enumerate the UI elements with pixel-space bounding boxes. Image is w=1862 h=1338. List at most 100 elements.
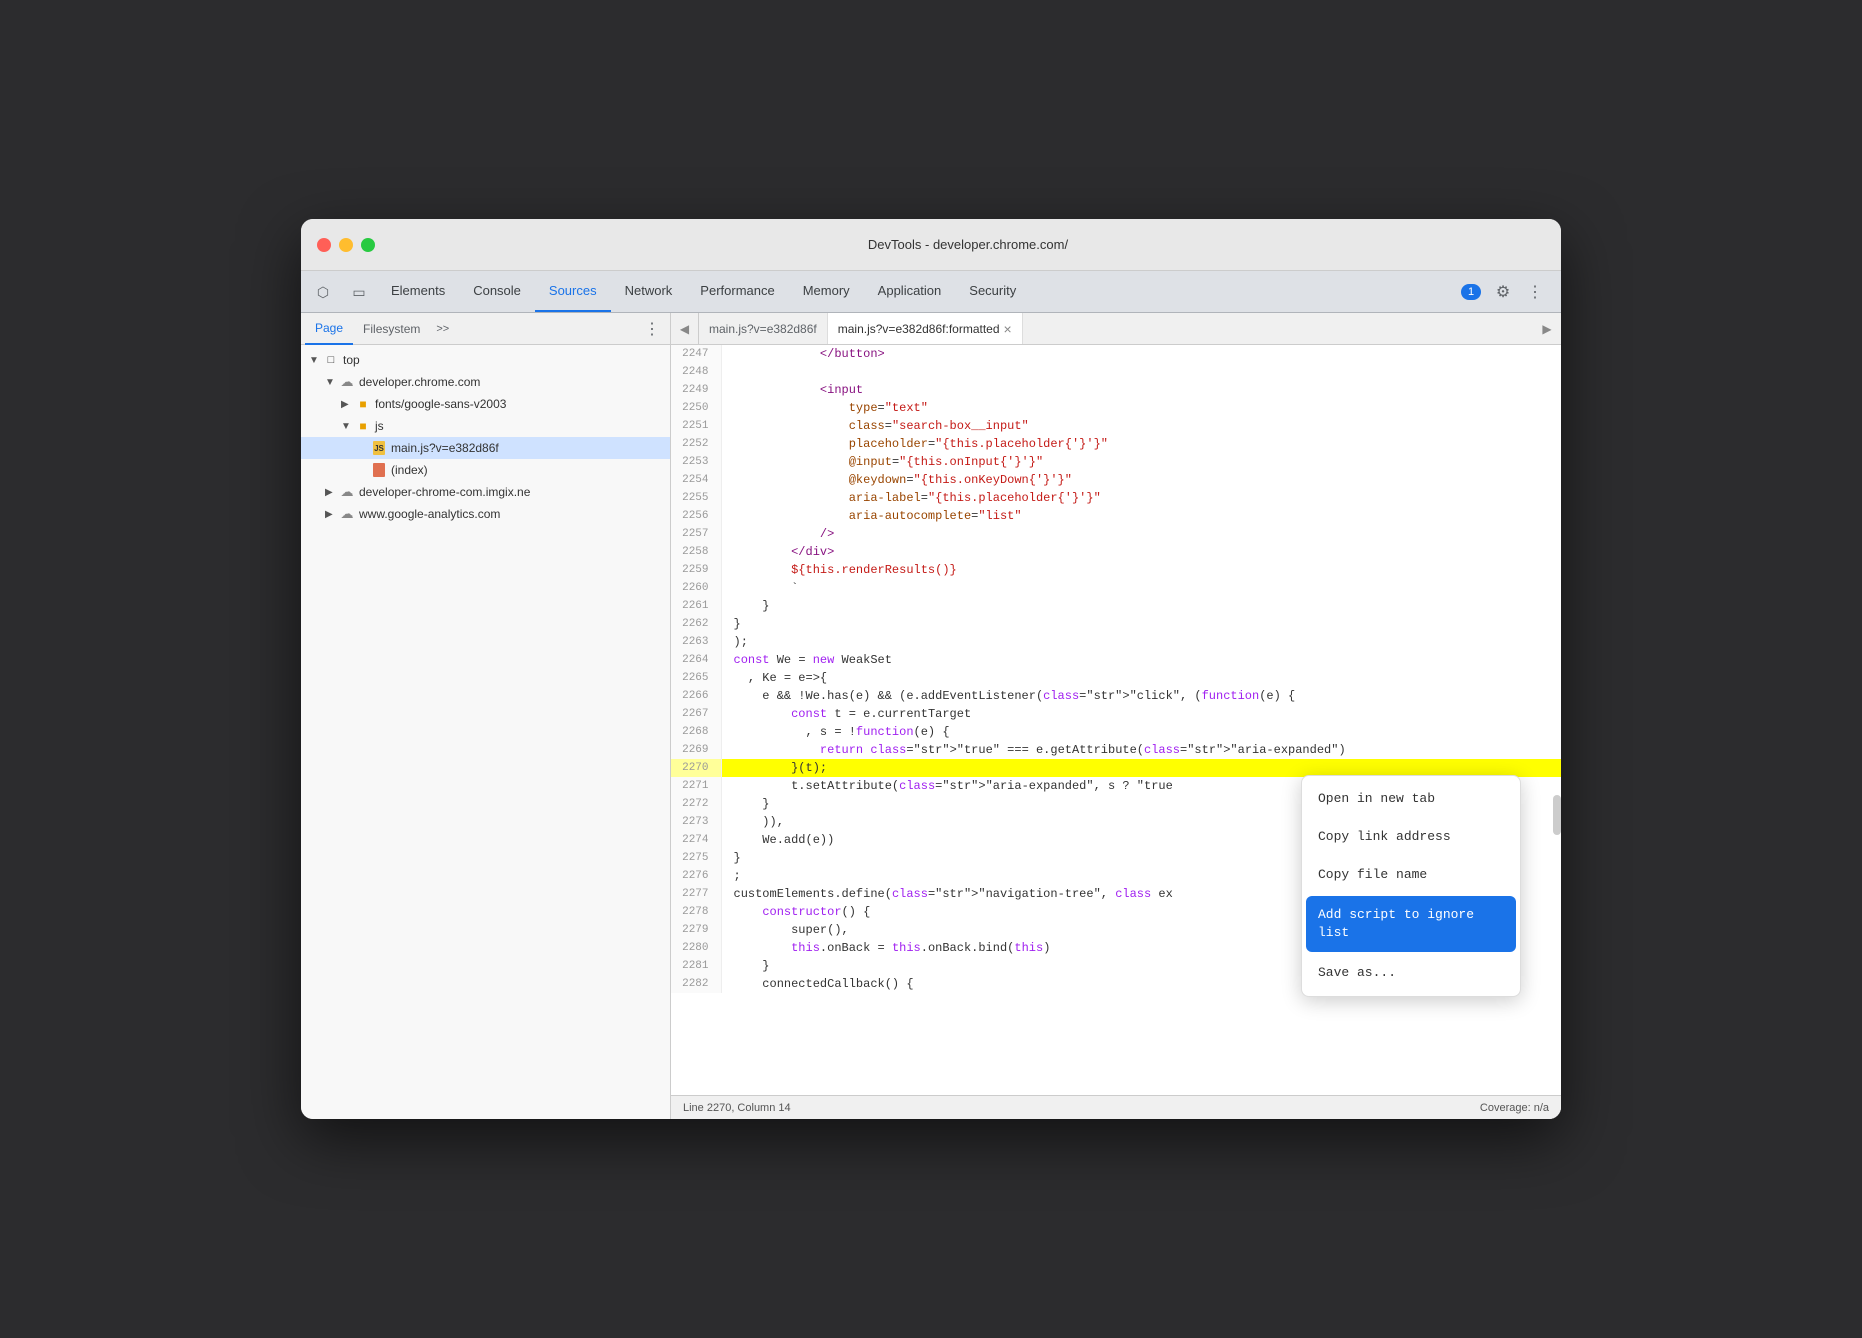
editor-tab-bar: ◀ main.js?v=e382d86f main.js?v=e382d86f:… <box>671 313 1561 345</box>
context-menu-save-as[interactable]: Save as... <box>1302 954 1520 992</box>
back-button[interactable]: ◀ <box>671 313 699 344</box>
main-content: Page Filesystem >> ⋮ ▼ □ top <box>301 313 1561 1119</box>
expand-arrow: ▼ <box>325 377 339 388</box>
tab-elements[interactable]: Elements <box>377 271 459 312</box>
editor-tab-formatted[interactable]: main.js?v=e382d86f:formatted × <box>828 313 1023 344</box>
title-bar: DevTools - developer.chrome.com/ <box>301 219 1561 271</box>
line-number: 2254 <box>671 471 721 489</box>
line-number: 2252 <box>671 435 721 453</box>
tab-filesystem[interactable]: Filesystem <box>353 313 430 345</box>
status-bar: Line 2270, Column 14 Coverage: n/a <box>671 1095 1561 1119</box>
line-number: 2261 <box>671 597 721 615</box>
expand-arrow: ▶ <box>325 487 339 498</box>
line-code <box>721 363 1561 381</box>
settings-icon[interactable]: ⚙ <box>1489 278 1517 306</box>
scrollbar-track[interactable] <box>1553 345 1561 1095</box>
folder-icon: ■ <box>355 396 371 412</box>
line-number: 2253 <box>671 453 721 471</box>
line-code: ); <box>721 633 1561 651</box>
line-code: aria-label="{this.placeholder{'}'}" <box>721 489 1561 507</box>
line-code: type="text" <box>721 399 1561 417</box>
line-number: 2264 <box>671 651 721 669</box>
line-code: ` <box>721 579 1561 597</box>
close-tab-icon[interactable]: × <box>1004 322 1012 336</box>
close-button[interactable] <box>317 238 331 252</box>
tab-security[interactable]: Security <box>955 271 1030 312</box>
tree-item-imgix[interactable]: ▶ ☁ developer-chrome-com.imgix.ne <box>301 481 670 503</box>
window-title: DevTools - developer.chrome.com/ <box>391 237 1545 252</box>
line-number: 2268 <box>671 723 721 741</box>
line-code: } <box>721 615 1561 633</box>
tab-sources[interactable]: Sources <box>535 271 611 312</box>
line-number: 2249 <box>671 381 721 399</box>
tab-console[interactable]: Console <box>459 271 535 312</box>
code-editor[interactable]: 2247 </button>22482249 <input2250 type="… <box>671 345 1561 1095</box>
left-panel: Page Filesystem >> ⋮ ▼ □ top <box>301 313 671 1119</box>
cloud-icon: ☁ <box>339 506 355 522</box>
line-code: @input="{this.onInput{'}'}" <box>721 453 1561 471</box>
line-number: 2255 <box>671 489 721 507</box>
file-tree: ▼ □ top ▼ ☁ developer.chrome.com ▶ ■ fon… <box>301 345 670 1119</box>
line-number: 2260 <box>671 579 721 597</box>
tree-item-index[interactable]: (index) <box>301 459 670 481</box>
context-menu-open-tab[interactable]: Open in new tab <box>1302 780 1520 818</box>
right-panel: ◀ main.js?v=e382d86f main.js?v=e382d86f:… <box>671 313 1561 1119</box>
tab-application[interactable]: Application <box>864 271 956 312</box>
line-code: , s = !function(e) { <box>721 723 1561 741</box>
tree-item-analytics[interactable]: ▶ ☁ www.google-analytics.com <box>301 503 670 525</box>
tab-memory[interactable]: Memory <box>789 271 864 312</box>
panel-menu-icon[interactable]: ⋮ <box>638 319 666 339</box>
more-tabs[interactable]: >> <box>430 323 455 335</box>
maximize-button[interactable] <box>361 238 375 252</box>
collapse-icon[interactable]: ▶ <box>1533 313 1561 344</box>
tree-item-main-js[interactable]: JS main.js?v=e382d86f <box>301 437 670 459</box>
line-code: , Ke = e=>{ <box>721 669 1561 687</box>
minimize-button[interactable] <box>339 238 353 252</box>
cursor-position: Line 2270, Column 14 <box>683 1102 791 1114</box>
line-number: 2247 <box>671 345 721 363</box>
line-number: 2258 <box>671 543 721 561</box>
line-code: </div> <box>721 543 1561 561</box>
context-menu-copy-file[interactable]: Copy file name <box>1302 856 1520 894</box>
tab-page[interactable]: Page <box>305 313 353 345</box>
line-code: class="search-box__input" <box>721 417 1561 435</box>
html-file-icon <box>371 462 387 478</box>
tab-network[interactable]: Network <box>611 271 687 312</box>
panel-tabs: Page Filesystem >> ⋮ <box>301 313 670 345</box>
expand-arrow: ▶ <box>341 399 355 410</box>
console-badge[interactable]: 1 <box>1457 278 1485 306</box>
line-number: 2279 <box>671 921 721 939</box>
line-code: </button> <box>721 345 1561 363</box>
line-number: 2275 <box>671 849 721 867</box>
cursor-icon[interactable]: ⬡ <box>305 271 341 313</box>
line-number: 2277 <box>671 885 721 903</box>
line-number: 2271 <box>671 777 721 795</box>
line-code: aria-autocomplete="list" <box>721 507 1561 525</box>
line-number: 2251 <box>671 417 721 435</box>
tree-item-fonts[interactable]: ▶ ■ fonts/google-sans-v2003 <box>301 393 670 415</box>
line-number: 2248 <box>671 363 721 381</box>
scrollbar-thumb[interactable] <box>1553 795 1561 835</box>
line-code: ${this.renderResults()} <box>721 561 1561 579</box>
editor-tab-main-js[interactable]: main.js?v=e382d86f <box>699 313 828 344</box>
more-icon[interactable]: ⋮ <box>1521 278 1549 306</box>
context-menu-ignore-list[interactable]: Add script to ignore list <box>1306 896 1516 952</box>
cloud-icon: ☁ <box>339 374 355 390</box>
tree-item-js[interactable]: ▼ ■ js <box>301 415 670 437</box>
line-number: 2263 <box>671 633 721 651</box>
drawer-icon[interactable]: ▭ <box>341 271 377 313</box>
js-file-icon: JS <box>371 440 387 456</box>
line-code: @keydown="{this.onKeyDown{'}'}" <box>721 471 1561 489</box>
tab-performance[interactable]: Performance <box>686 271 788 312</box>
tree-item-top[interactable]: ▼ □ top <box>301 349 670 371</box>
line-code: const We = new WeakSet <box>721 651 1561 669</box>
line-number: 2259 <box>671 561 721 579</box>
line-number: 2273 <box>671 813 721 831</box>
line-code: } <box>721 597 1561 615</box>
line-number: 2278 <box>671 903 721 921</box>
line-number: 2269 <box>671 741 721 759</box>
tree-item-developer-chrome[interactable]: ▼ ☁ developer.chrome.com <box>301 371 670 393</box>
context-menu-copy-link[interactable]: Copy link address <box>1302 818 1520 856</box>
devtools-tab-bar: ⬡ ▭ Elements Console Sources Network Per… <box>301 271 1561 313</box>
line-number: 2270 <box>671 759 721 777</box>
